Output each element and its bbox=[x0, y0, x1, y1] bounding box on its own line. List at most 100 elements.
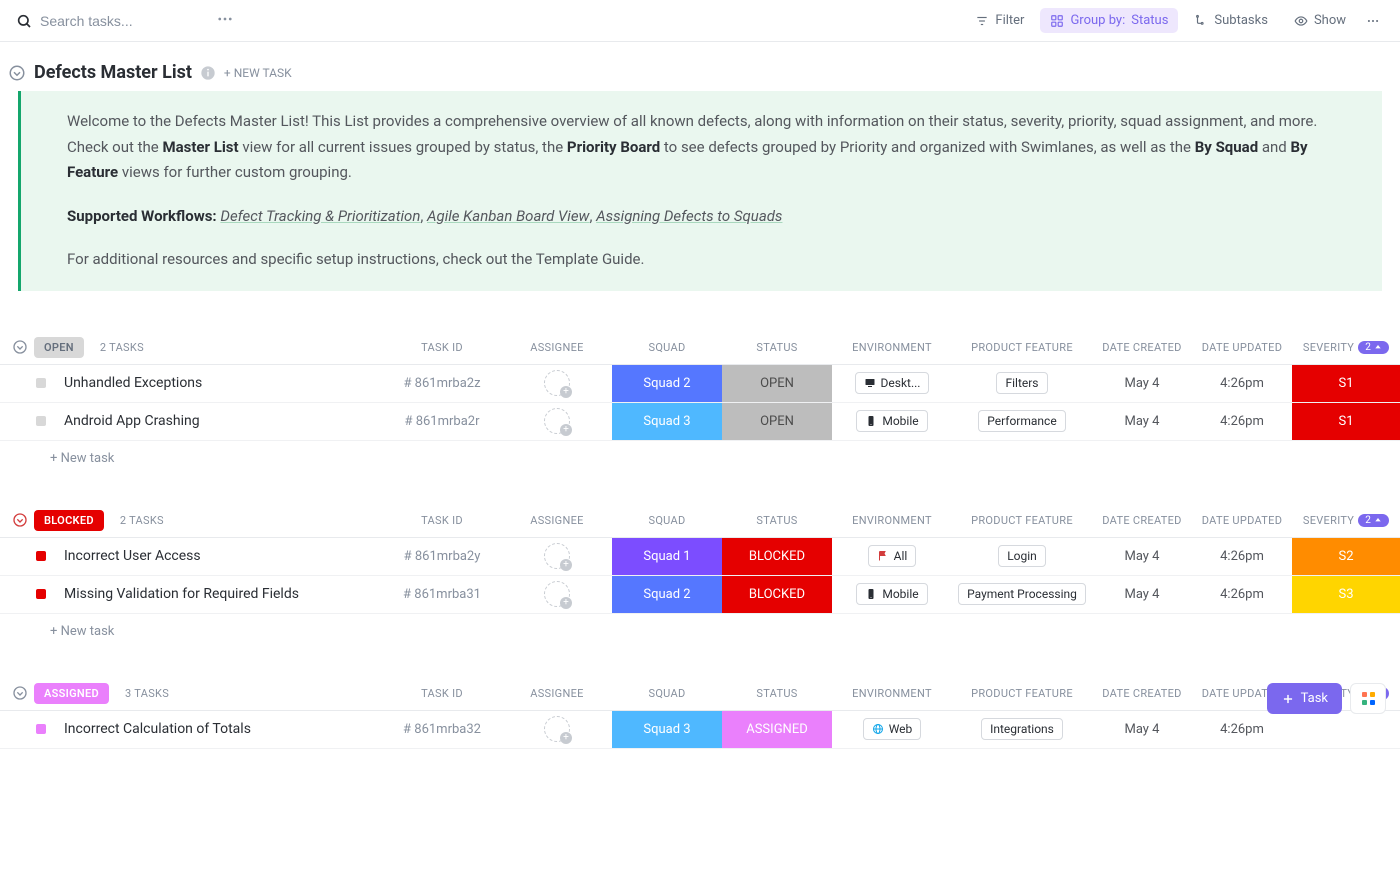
group-status-pill[interactable]: OPEN bbox=[34, 337, 84, 358]
groupby-button[interactable]: Group by: Status bbox=[1040, 8, 1178, 33]
group-collapse-icon[interactable] bbox=[12, 685, 28, 701]
group-collapse-icon[interactable] bbox=[12, 339, 28, 355]
column-header-updated[interactable]: DATE UPDATED bbox=[1192, 341, 1292, 354]
squad-cell[interactable]: Squad 2 bbox=[612, 365, 722, 402]
toolbar-overflow-button[interactable] bbox=[1362, 9, 1384, 33]
column-header-assignee[interactable]: ASSIGNEE bbox=[502, 341, 612, 354]
description-block: Welcome to the Defects Master List! This… bbox=[18, 91, 1382, 291]
column-header-status[interactable]: STATUS bbox=[722, 341, 832, 354]
column-header-feature[interactable]: PRODUCT FEATURE bbox=[952, 514, 1092, 527]
assignee-cell[interactable] bbox=[502, 716, 612, 742]
assignee-cell[interactable] bbox=[502, 543, 612, 569]
task-row[interactable]: Unhandled Exceptions # 861mrba2z Squad 2… bbox=[0, 365, 1400, 403]
column-header-created[interactable]: DATE CREATED bbox=[1092, 687, 1192, 700]
environment-cell[interactable]: Deskt... bbox=[832, 372, 952, 394]
updated-cell: 4:26pm bbox=[1192, 722, 1292, 737]
assignee-cell[interactable] bbox=[502, 408, 612, 434]
severity-cell[interactable]: S1 bbox=[1292, 365, 1400, 402]
subtasks-button[interactable]: Subtasks bbox=[1184, 8, 1278, 33]
status-cell[interactable]: BLOCKED bbox=[722, 576, 832, 613]
add-task-button[interactable]: + New task bbox=[0, 614, 1400, 649]
column-header-status[interactable]: STATUS bbox=[722, 514, 832, 527]
add-task-button[interactable]: + New task bbox=[0, 441, 1400, 476]
new-task-link[interactable]: + NEW TASK bbox=[224, 66, 292, 80]
column-header-squad[interactable]: SQUAD bbox=[612, 514, 722, 527]
show-label: Show bbox=[1314, 13, 1346, 28]
task-name[interactable]: Incorrect Calculation of Totals bbox=[64, 721, 382, 737]
squad-cell[interactable]: Squad 3 bbox=[612, 711, 722, 748]
task-name[interactable]: Incorrect User Access bbox=[64, 548, 382, 564]
column-header-squad[interactable]: SQUAD bbox=[612, 341, 722, 354]
collapse-toggle-icon[interactable] bbox=[8, 64, 26, 82]
workflow-link-3[interactable]: Assigning Defects to Squads bbox=[596, 207, 782, 225]
squad-cell[interactable]: Squad 1 bbox=[612, 538, 722, 575]
column-header-created[interactable]: DATE CREATED bbox=[1092, 341, 1192, 354]
workflow-link-1[interactable]: Defect Tracking & Prioritization bbox=[220, 207, 420, 225]
squad-cell[interactable]: Squad 2 bbox=[612, 576, 722, 613]
task-id: # 861mrba32 bbox=[382, 722, 502, 737]
task-row[interactable]: Incorrect User Access # 861mrba2y Squad … bbox=[0, 538, 1400, 576]
column-header-environment[interactable]: ENVIRONMENT bbox=[832, 514, 952, 527]
column-header-status[interactable]: STATUS bbox=[722, 687, 832, 700]
severity-sort-badge[interactable]: 2 bbox=[1358, 341, 1389, 354]
groupby-value: Status bbox=[1131, 13, 1168, 28]
feature-cell[interactable]: Performance bbox=[952, 410, 1092, 432]
column-header-taskid[interactable]: TASK ID bbox=[382, 514, 502, 527]
column-header-severity[interactable]: SEVERITY2 bbox=[1292, 514, 1400, 527]
column-header-environment[interactable]: ENVIRONMENT bbox=[832, 687, 952, 700]
task-name[interactable]: Unhandled Exceptions bbox=[64, 375, 382, 391]
column-header-assignee[interactable]: ASSIGNEE bbox=[502, 514, 612, 527]
severity-cell[interactable]: S2 bbox=[1292, 538, 1400, 575]
environment-cell[interactable]: Web bbox=[832, 718, 952, 740]
search-wrap bbox=[16, 13, 200, 29]
status-cell[interactable]: OPEN bbox=[722, 365, 832, 402]
column-header-taskid[interactable]: TASK ID bbox=[382, 687, 502, 700]
feature-cell[interactable]: Payment Processing bbox=[952, 583, 1092, 605]
environment-cell[interactable]: All bbox=[832, 545, 952, 567]
task-name[interactable]: Android App Crashing bbox=[64, 413, 382, 429]
toolbar-more-icon[interactable] bbox=[216, 10, 234, 32]
environment-cell[interactable]: Mobile bbox=[832, 410, 952, 432]
task-name[interactable]: Missing Validation for Required Fields bbox=[64, 586, 382, 602]
task-row[interactable]: Missing Validation for Required Fields #… bbox=[0, 576, 1400, 614]
feature-cell[interactable]: Integrations bbox=[952, 718, 1092, 740]
create-task-label: Task bbox=[1301, 691, 1328, 706]
info-icon[interactable] bbox=[200, 65, 216, 81]
column-header-feature[interactable]: PRODUCT FEATURE bbox=[952, 687, 1092, 700]
group-collapse-icon[interactable] bbox=[12, 512, 28, 528]
column-header-severity[interactable]: SEVERITY2 bbox=[1292, 341, 1400, 354]
column-header-assignee[interactable]: ASSIGNEE bbox=[502, 687, 612, 700]
status-cell[interactable]: ASSIGNED bbox=[722, 711, 832, 748]
column-header-squad[interactable]: SQUAD bbox=[612, 687, 722, 700]
search-input[interactable] bbox=[40, 13, 200, 29]
environment-cell[interactable]: Mobile bbox=[832, 583, 952, 605]
show-button[interactable]: Show bbox=[1284, 8, 1356, 33]
filter-icon bbox=[975, 14, 989, 28]
apps-button[interactable] bbox=[1350, 683, 1386, 714]
create-task-button[interactable]: Task bbox=[1267, 683, 1342, 714]
status-cell[interactable]: OPEN bbox=[722, 403, 832, 440]
feature-cell[interactable]: Login bbox=[952, 545, 1092, 567]
assignee-cell[interactable] bbox=[502, 581, 612, 607]
filter-button[interactable]: Filter bbox=[965, 8, 1034, 33]
severity-cell[interactable]: S1 bbox=[1292, 403, 1400, 440]
severity-cell[interactable] bbox=[1292, 711, 1400, 748]
workflow-link-2[interactable]: Agile Kanban Board View bbox=[427, 207, 589, 225]
column-header-updated[interactable]: DATE UPDATED bbox=[1192, 514, 1292, 527]
assignee-cell[interactable] bbox=[502, 370, 612, 396]
severity-sort-badge[interactable]: 2 bbox=[1358, 514, 1389, 527]
column-header-feature[interactable]: PRODUCT FEATURE bbox=[952, 341, 1092, 354]
column-header-taskid[interactable]: TASK ID bbox=[382, 341, 502, 354]
feature-cell[interactable]: Filters bbox=[952, 372, 1092, 394]
column-header-created[interactable]: DATE CREATED bbox=[1092, 514, 1192, 527]
task-row[interactable]: Incorrect Calculation of Totals # 861mrb… bbox=[0, 711, 1400, 749]
created-cell: May 4 bbox=[1092, 587, 1192, 602]
task-row[interactable]: Android App Crashing # 861mrba2r Squad 3… bbox=[0, 403, 1400, 441]
squad-cell[interactable]: Squad 3 bbox=[612, 403, 722, 440]
status-cell[interactable]: BLOCKED bbox=[722, 538, 832, 575]
task-id: # 861mrba2r bbox=[382, 414, 502, 429]
severity-cell[interactable]: S3 bbox=[1292, 576, 1400, 613]
group-status-pill[interactable]: ASSIGNED bbox=[34, 683, 109, 704]
column-header-environment[interactable]: ENVIRONMENT bbox=[832, 341, 952, 354]
group-status-pill[interactable]: BLOCKED bbox=[34, 510, 104, 531]
